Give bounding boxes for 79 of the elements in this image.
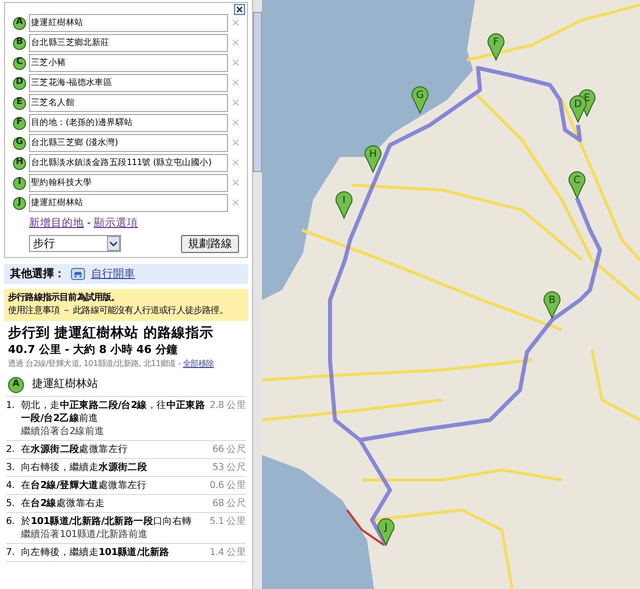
- start-location: 捷運紅樹林站: [32, 376, 98, 392]
- waypoint-marker: H: [13, 156, 26, 170]
- waypoint-field[interactable]: 台北縣三芝鄉北新莊: [29, 34, 228, 52]
- map-marker[interactable]: I: [336, 191, 352, 218]
- waypoint-marker: C: [13, 56, 26, 70]
- step-instruction: 向左轉後，繼續走101縣道/北新路: [21, 546, 170, 559]
- show-options-link[interactable]: 顯示選項: [94, 216, 138, 232]
- waypoint-marker: G: [13, 136, 26, 150]
- close-icon: [236, 6, 243, 13]
- direction-step[interactable]: 3. 向右轉後，繼續走水源街二段 53 公尺: [6, 458, 246, 477]
- step-note: 繼續沿著台2線前進: [21, 424, 106, 438]
- step-instruction: 在台2線處微靠右走: [21, 496, 106, 510]
- step-number: 1.: [6, 398, 16, 413]
- direction-step[interactable]: 2. 在水源街二段處微靠左行 66 公尺: [6, 440, 246, 459]
- map[interactable]: F G E D H C I B J: [262, 0, 640, 589]
- waypoint-field[interactable]: 台北縣淡水鎮淡金路五段111號 (縣立屯山國小): [29, 154, 228, 172]
- direction-step[interactable]: 5. 在台2線處微靠右走 68 公尺: [6, 494, 246, 513]
- waypoint-marker: A: [13, 16, 26, 30]
- step-distance: 53 公尺: [212, 460, 246, 474]
- waypoint-marker: F: [13, 116, 26, 130]
- step-instruction: 朝北，走中正東路二段/台2線，往中正東路一段/台2乙線前進: [21, 398, 206, 425]
- map-marker[interactable]: B: [544, 291, 560, 318]
- direction-step[interactable]: 6. 於101縣道/北新路/北新路一段口向右轉 繼續沿著101縣道/北新路前進 5.1 公里: [6, 512, 246, 544]
- travel-mode-select[interactable]: 步行: [29, 235, 121, 252]
- step-instruction: 於101縣道/北新路/北新路一段口向右轉: [21, 514, 193, 528]
- waypoint-field[interactable]: 捷運紅樹林站: [29, 194, 228, 212]
- step-distance: 0.6 公里: [210, 478, 246, 492]
- step-distance: 5.1 公里: [210, 514, 246, 529]
- map-marker[interactable]: H: [364, 145, 382, 172]
- map-marker[interactable]: J: [378, 518, 394, 546]
- link-separator: -: [87, 216, 91, 231]
- waypoint-field[interactable]: 目的地：(老孫的)邊界驛站: [29, 114, 228, 132]
- waypoint-marker: D: [13, 76, 26, 90]
- direction-step[interactable]: 4. 在台2線/登輝大道處微靠左行 0.6 公里: [6, 476, 246, 495]
- waypoint-field[interactable]: 三芝花海-福德水車區: [29, 74, 228, 92]
- notice-text: 使用注意事項 － 此路線可能沒有人行道或行人徒步路徑。: [8, 304, 229, 318]
- waypoint-field[interactable]: 台北縣三芝鄉 (淺水灣): [29, 134, 228, 152]
- step-number: 2.: [6, 442, 16, 456]
- step-number: 4.: [6, 478, 16, 492]
- waypoint-marker: E: [13, 96, 26, 110]
- waypoint-marker: B: [13, 36, 26, 50]
- step-number: 6.: [6, 514, 16, 529]
- waypoint-field[interactable]: 捷運紅樹林站: [29, 14, 228, 32]
- other-options-label: 其他選擇：: [10, 266, 65, 282]
- directions-title: 步行到 捷運紅樹林站 的路線指示: [8, 324, 214, 342]
- step-instruction: 在台2線/登輝大道處微靠左行: [21, 478, 148, 492]
- scrollbar-thumb[interactable]: [253, 12, 262, 172]
- step-number: 7.: [6, 546, 16, 559]
- step-number: 3.: [6, 460, 16, 474]
- waypoint-marker: J: [13, 196, 26, 210]
- route-summary: 40.7 公里 - 大約 8 小時 46 分鐘: [8, 342, 178, 358]
- waypoint-marker: A: [8, 376, 24, 392]
- step-instruction: 向右轉後，繼續走水源街二段: [21, 460, 148, 474]
- waypoint-field[interactable]: 聖約翰科技大學: [29, 174, 228, 192]
- step-number: 5.: [6, 496, 16, 510]
- car-icon: [71, 268, 85, 280]
- waypoint-field[interactable]: 三芝名人館: [29, 94, 228, 112]
- waypoint-field[interactable]: 三芝小豬: [29, 54, 228, 72]
- remove-all-link[interactable]: 全部移除: [183, 359, 214, 368]
- map-marker[interactable]: D: [570, 95, 586, 122]
- step-distance: 1.4 公里: [210, 546, 246, 559]
- route-via: 透過 台2線/登輝大道, 101縣道/北新路, 北11鄉道 -: [8, 359, 182, 368]
- highway: [346, 509, 385, 546]
- add-destination-link[interactable]: 新增目的地: [29, 216, 84, 232]
- direction-step[interactable]: 1. 朝北，走中正東路二段/台2線，往中正東路一段/台2乙線前進 繼續沿著台2線前進 2.8 公里: [6, 396, 246, 441]
- map-marker[interactable]: C: [568, 171, 586, 198]
- map-marker[interactable]: F: [488, 33, 504, 60]
- driving-link[interactable]: 自行開車: [91, 266, 135, 282]
- step-instruction: 在水源街二段處微靠左行: [21, 442, 129, 456]
- step-distance: 66 公尺: [212, 442, 246, 456]
- direction-step[interactable]: 7. 向左轉後，繼續走101縣道/北新路 1.4 公里: [6, 544, 246, 562]
- waypoint-marker: I: [13, 176, 26, 190]
- step-distance: 2.8 公里: [210, 398, 246, 413]
- step-note: 繼續沿著101縣道/北新路前進: [21, 528, 149, 541]
- close-button[interactable]: [234, 4, 245, 15]
- notice-title: 步行路線指示目前為試用版。: [8, 292, 121, 305]
- plan-route-button[interactable]: 規劃路線: [181, 234, 239, 253]
- step-distance: 68 公尺: [212, 496, 246, 510]
- map-marker[interactable]: G: [412, 86, 428, 114]
